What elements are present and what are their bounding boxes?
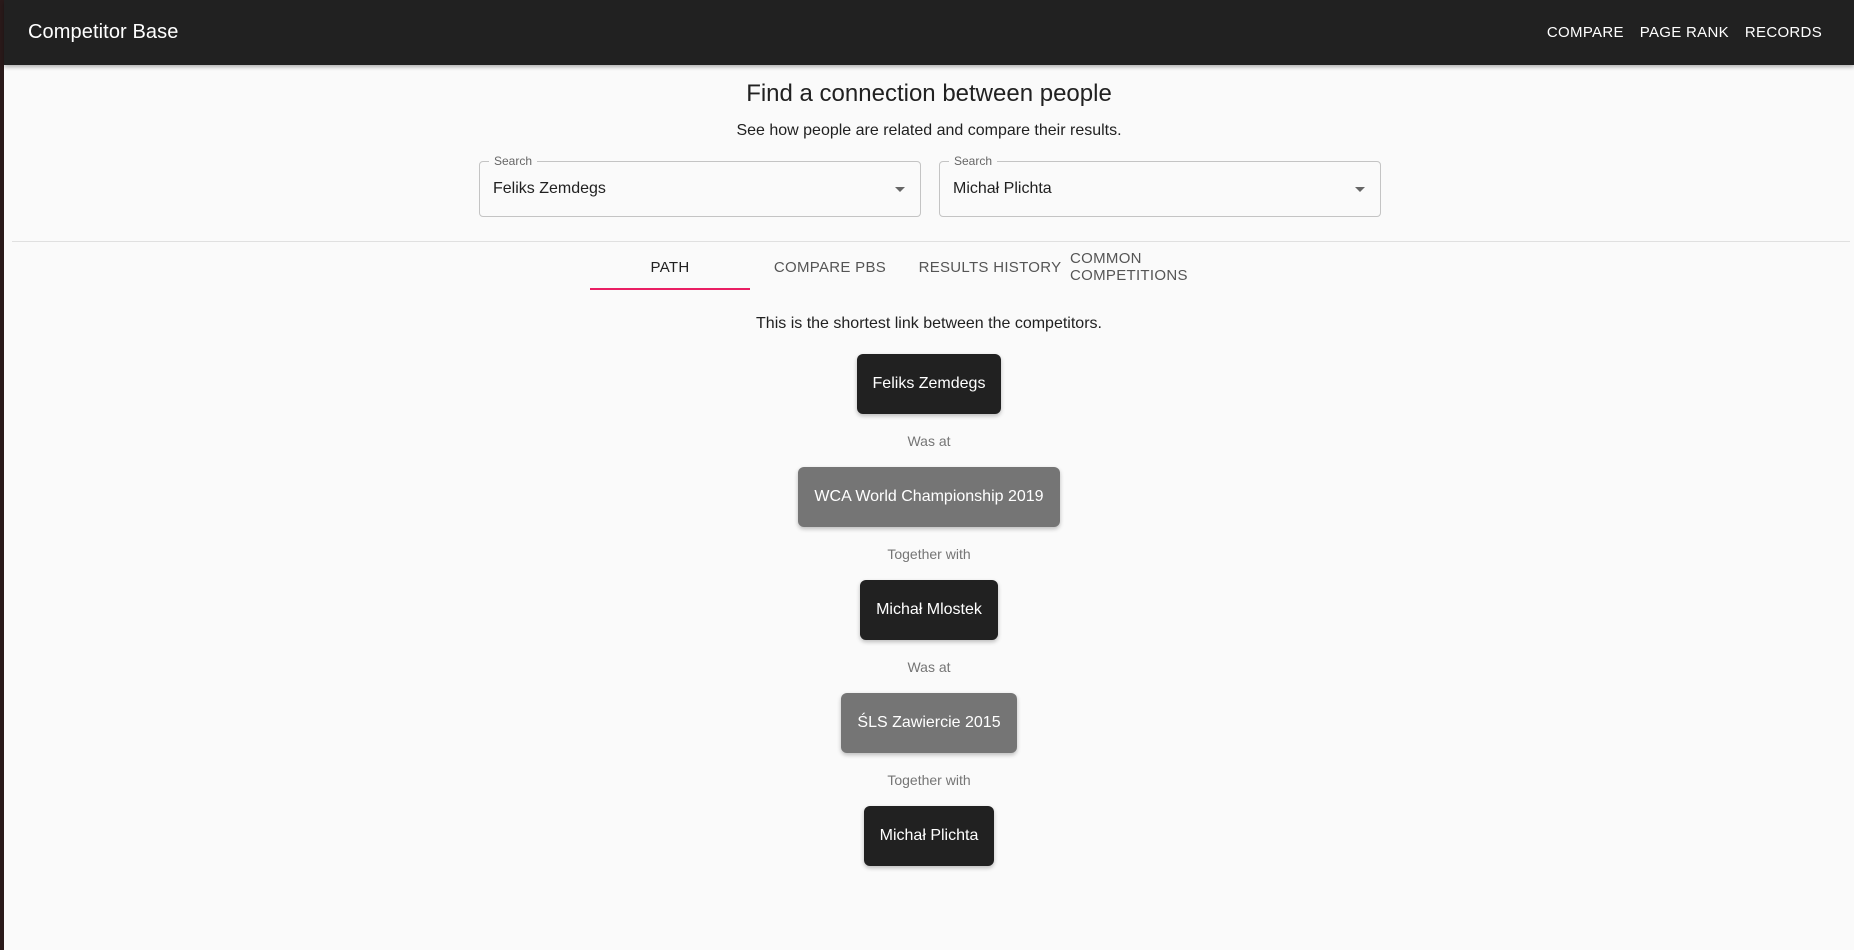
tab-bar: PATH COMPARE PBS RESULTS HISTORY COMMON …: [590, 244, 1260, 290]
section-divider: [12, 241, 1850, 242]
top-nav: COMPARE PAGE RANK RECORDS: [1539, 16, 1830, 49]
tab-path[interactable]: PATH: [590, 244, 750, 290]
person-node[interactable]: Michał Plichta: [863, 806, 995, 866]
tab-compare-pbs[interactable]: COMPARE PBS: [750, 244, 910, 290]
page-subtitle: See how people are related and compare t…: [736, 122, 1122, 139]
connection-path: Feliks Zemdegs Was at WCA World Champion…: [4, 354, 1854, 866]
relation-label: Together with: [887, 771, 971, 788]
search-field-first-person[interactable]: Search Feliks Zemdegs: [479, 154, 921, 217]
person-node[interactable]: Feliks Zemdegs: [856, 354, 1002, 414]
nav-compare[interactable]: COMPARE: [1539, 16, 1632, 49]
app-bar: Competitor Base COMPARE PAGE RANK RECORD…: [4, 0, 1854, 65]
search-value[interactable]: Feliks Zemdegs: [493, 180, 606, 198]
page-title: Find a connection between people: [746, 80, 1112, 107]
nav-records[interactable]: RECORDS: [1737, 16, 1830, 49]
competition-node[interactable]: ŚLS Zawiercie 2015: [841, 693, 1017, 753]
tab-results-history[interactable]: RESULTS HISTORY: [910, 244, 1070, 290]
caret-down-icon[interactable]: [895, 187, 905, 192]
tab-common-competitions[interactable]: COMMON COMPETITIONS: [1070, 244, 1260, 290]
nav-page-rank[interactable]: PAGE RANK: [1632, 16, 1737, 49]
competition-node[interactable]: WCA World Championship 2019: [798, 467, 1060, 527]
search-label: Search: [949, 154, 998, 168]
search-label: Search: [489, 154, 538, 168]
relation-label: Together with: [887, 545, 971, 562]
relation-label: Was at: [907, 658, 951, 675]
path-intro: This is the shortest link between the co…: [756, 315, 1102, 332]
app-root: Competitor Base COMPARE PAGE RANK RECORD…: [4, 0, 1854, 950]
app-title[interactable]: Competitor Base: [28, 21, 178, 44]
relation-label: Was at: [907, 432, 951, 449]
search-value[interactable]: Michał Plichta: [953, 180, 1052, 198]
person-node[interactable]: Michał Mlostek: [860, 580, 998, 640]
caret-down-icon[interactable]: [1355, 187, 1365, 192]
search-field-second-person[interactable]: Search Michał Plichta: [939, 154, 1381, 217]
